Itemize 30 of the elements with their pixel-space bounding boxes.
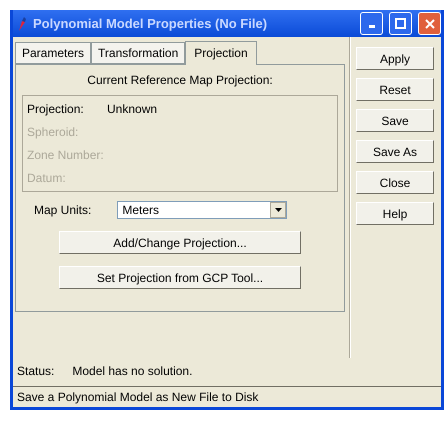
side-button[interactable]: Help [356, 202, 434, 225]
map-units-dropdown[interactable]: Meters [117, 201, 288, 219]
close-icon [424, 18, 434, 28]
side-button[interactable]: Close [356, 171, 434, 194]
window-title: Polynomial Model Properties (No File) [33, 16, 268, 31]
status-bar-text: Save a Polynomial Model as New File to Disk [17, 390, 258, 404]
side-button[interactable]: Apply [356, 47, 434, 70]
field-label: Spheroid: [27, 125, 80, 139]
status-label: Status: [17, 364, 54, 378]
maximize-button[interactable] [389, 12, 412, 35]
tab[interactable]: Projection [185, 41, 257, 65]
side-button[interactable]: Reset [356, 78, 434, 101]
field-label: Datum: [27, 171, 67, 185]
maximize-icon [395, 18, 406, 29]
status-value: Model has no solution. [72, 364, 192, 378]
projection-button[interactable]: Set Projection from GCP Tool... [59, 266, 301, 289]
field-label: Zone Number: [27, 148, 105, 162]
side-button[interactable]: Save [356, 109, 434, 132]
field-value: Unknown [107, 102, 158, 116]
side-button[interactable]: Save As [356, 140, 434, 163]
field-label: Projection: [27, 102, 85, 116]
dropdown-arrow-icon [274, 208, 282, 212]
app-icon [17, 16, 27, 32]
map-units-label: Map Units: [34, 203, 92, 217]
minimize-button[interactable] [360, 12, 383, 35]
close-button[interactable] [418, 12, 441, 35]
tab[interactable]: Transformation [91, 42, 186, 64]
projection-button[interactable]: Add/Change Projection... [59, 231, 301, 254]
panel-heading: Current Reference Map Projection: [86, 73, 274, 87]
tab[interactable]: Parameters [15, 42, 92, 64]
